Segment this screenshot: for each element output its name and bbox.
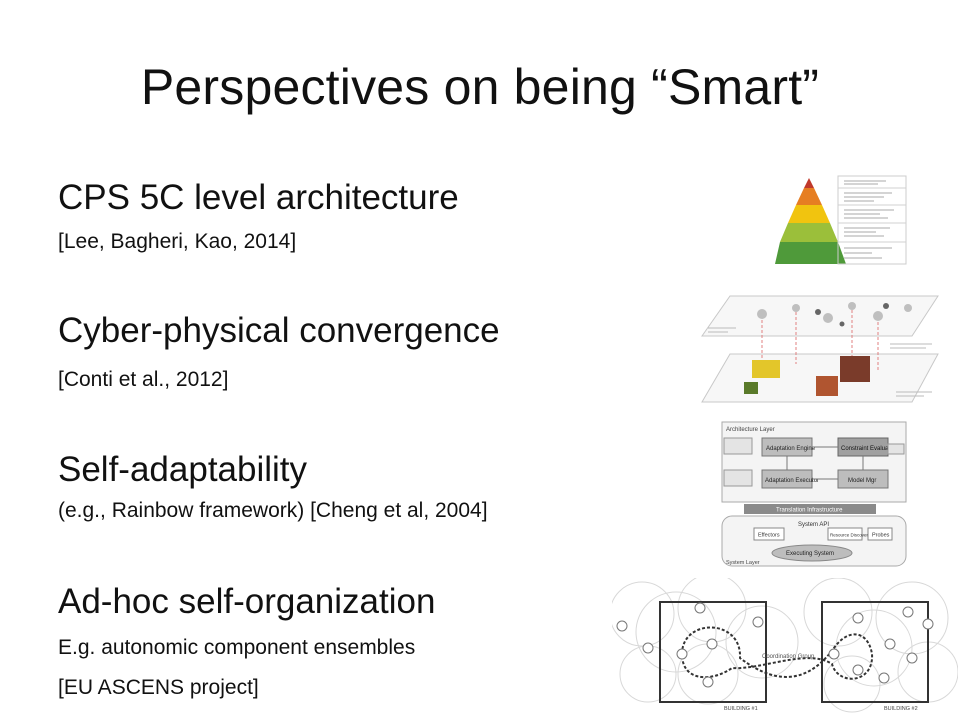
photo-house bbox=[840, 356, 870, 382]
label-adaptation-engine: Adaptation Engine bbox=[766, 446, 816, 452]
label-executing-system: Executing System bbox=[786, 551, 834, 557]
label-adaptation-executor: Adaptation Executor bbox=[765, 478, 819, 484]
pyramid-level-4 bbox=[796, 188, 822, 205]
figure-cyber-physical bbox=[700, 292, 940, 408]
label-translation-infrastructure: Translation Infrastructure bbox=[776, 508, 843, 514]
label-constraint-evaluator: Constraint Evaluator bbox=[841, 446, 895, 452]
heading-cyber-physical: Cyber-physical convergence bbox=[58, 311, 500, 350]
label-architecture-layer: Architecture Layer bbox=[726, 427, 775, 433]
label-effectors: Effectors bbox=[758, 533, 780, 539]
heading-cps-5c: CPS 5C level architecture bbox=[58, 178, 459, 217]
label-building-2: BUILDING #2 bbox=[884, 706, 918, 712]
figure-5c-pyramid bbox=[774, 172, 908, 268]
heading-self-adaptability: Self-adaptability bbox=[58, 450, 308, 489]
pyramid-level-1 bbox=[775, 242, 846, 264]
pyramid-level-5 bbox=[804, 178, 814, 188]
label-model-manager: Model Mgr bbox=[848, 478, 876, 484]
label-resource-discovery: Resource Discovery bbox=[830, 533, 871, 538]
figure-ascens-ensembles: Coordination Group BUILDING #1 BUILDING … bbox=[612, 578, 958, 714]
label-system-api: System API bbox=[798, 522, 829, 528]
photo-people bbox=[816, 376, 838, 396]
figure-rainbow-framework: Architecture Layer Adaptation Engine Con… bbox=[720, 420, 910, 570]
citation-cheng: (e.g., Rainbow framework) [Cheng et al, … bbox=[58, 499, 488, 522]
text-ensembles: E.g. autonomic component ensembles bbox=[58, 636, 416, 659]
citation-ascens: [EU ASCENS project] bbox=[58, 676, 259, 699]
slide-title: Perspectives on being “Smart” bbox=[140, 59, 820, 115]
label-building-1: BUILDING #1 bbox=[724, 706, 758, 712]
pyramid-level-3 bbox=[788, 205, 830, 223]
heading-ad-hoc: Ad-hoc self-organization bbox=[58, 582, 436, 621]
photo-yellow-vehicle bbox=[752, 360, 780, 378]
label-system-layer: System Layer bbox=[726, 560, 760, 566]
citation-conti: [Conti et al., 2012] bbox=[58, 368, 229, 391]
pyramid-level-2 bbox=[780, 223, 838, 242]
label-probes: Probes bbox=[872, 533, 890, 539]
label-coordination-group: Coordination Group bbox=[762, 654, 815, 660]
citation-lee: [Lee, Bagheri, Kao, 2014] bbox=[58, 230, 297, 253]
